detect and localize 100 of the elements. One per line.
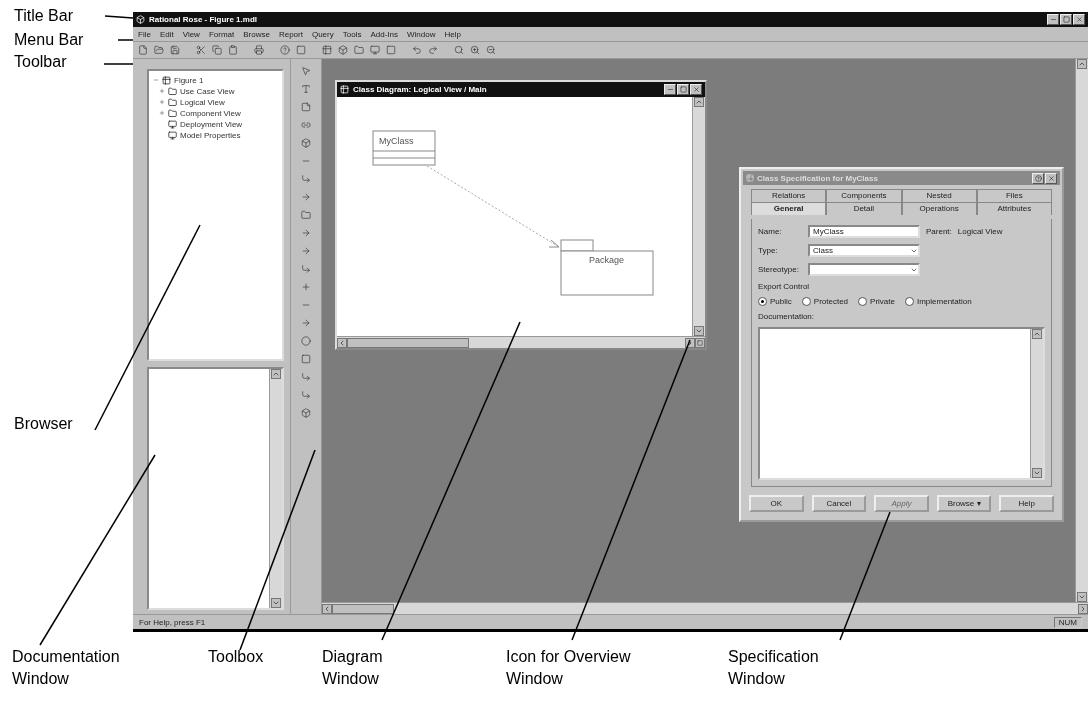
radio-button[interactable]: Implementation <box>904 297 972 306</box>
tree-item[interactable]: Model Properties <box>180 130 241 140</box>
menu-item[interactable]: Report <box>278 29 303 39</box>
plus-icon[interactable] <box>300 281 312 293</box>
vertical-scrollbar[interactable] <box>1075 59 1088 602</box>
tab[interactable]: Detail <box>826 202 902 215</box>
arrow-icon[interactable] <box>300 245 312 257</box>
monitor-icon[interactable] <box>369 44 381 56</box>
tab[interactable]: Operations <box>901 202 977 215</box>
scroll-up-button[interactable] <box>1032 329 1042 339</box>
zoom-in-icon[interactable] <box>469 44 481 56</box>
type-dropdown[interactable]: Class <box>808 244 920 257</box>
scrollbar-thumb[interactable] <box>332 603 394 614</box>
tree-item[interactable]: Deployment View <box>180 119 243 129</box>
tree-item[interactable]: Figure 1 <box>174 75 204 85</box>
minimize-button[interactable] <box>664 84 676 95</box>
menu-item[interactable]: Query <box>311 29 334 39</box>
folder-icon[interactable] <box>353 44 365 56</box>
minimize-button[interactable] <box>1047 14 1059 25</box>
new-file-icon[interactable] <box>137 44 149 56</box>
dialog-button[interactable]: Help <box>999 495 1054 512</box>
maximize-button[interactable] <box>677 84 689 95</box>
text-icon[interactable] <box>300 83 312 95</box>
menu-item[interactable]: File <box>138 29 151 39</box>
menu-item[interactable]: View <box>182 29 200 39</box>
menu-item[interactable]: Browse <box>243 29 270 39</box>
scroll-left-button[interactable] <box>337 337 347 348</box>
copy-icon[interactable] <box>211 44 223 56</box>
stereotype-dropdown[interactable] <box>808 263 920 276</box>
horizontal-scrollbar[interactable] <box>322 602 1088 614</box>
scroll-up-button[interactable] <box>271 369 281 379</box>
menu-item[interactable]: Edit <box>159 29 174 39</box>
square-icon[interactable] <box>385 44 397 56</box>
menu-item[interactable]: Window <box>407 29 436 39</box>
tab[interactable]: Attributes <box>976 202 1052 215</box>
dialog-button[interactable]: OK <box>749 495 804 512</box>
menu-item[interactable]: Help <box>444 29 461 39</box>
radio-button[interactable]: Protected <box>801 297 849 306</box>
tab[interactable]: Relations <box>751 189 827 202</box>
help-button[interactable] <box>1032 172 1044 184</box>
undo-icon[interactable] <box>411 44 423 56</box>
corner-arrow-icon[interactable] <box>300 371 312 383</box>
dialog-button[interactable]: Cancel <box>811 495 867 512</box>
open-folder-icon[interactable] <box>153 44 165 56</box>
scroll-down-button[interactable] <box>1032 468 1042 478</box>
redo-icon[interactable] <box>427 44 439 56</box>
scroll-down-button[interactable] <box>694 326 704 336</box>
menu-item[interactable]: Tools <box>342 29 362 39</box>
pointer-icon[interactable] <box>300 65 312 77</box>
name-field[interactable]: MyClass <box>808 225 920 238</box>
scrollbar-thumb[interactable] <box>347 337 469 348</box>
folder-icon[interactable] <box>300 209 312 221</box>
window-icon[interactable] <box>295 44 307 56</box>
radio-button[interactable]: Private <box>858 297 895 306</box>
scroll-up-button[interactable] <box>1077 59 1087 69</box>
menu-item[interactable]: Format <box>208 29 235 39</box>
tree-item[interactable]: Logical View <box>180 97 225 107</box>
vertical-scrollbar[interactable] <box>692 97 705 336</box>
close-button[interactable] <box>690 84 702 95</box>
square-icon[interactable] <box>300 353 312 365</box>
save-icon[interactable] <box>169 44 181 56</box>
documentation-field[interactable] <box>758 327 1045 480</box>
tree-item[interactable]: Component View <box>180 108 241 118</box>
scroll-down-button[interactable] <box>271 598 281 608</box>
corner-arrow-icon[interactable] <box>300 263 312 275</box>
circle-icon[interactable] <box>300 335 312 347</box>
box-icon[interactable] <box>300 407 312 419</box>
tree-item[interactable]: Use Case View <box>180 86 235 96</box>
help-icon[interactable] <box>279 44 291 56</box>
radio-button[interactable]: Public <box>758 297 792 306</box>
tab[interactable]: Nested <box>901 189 977 202</box>
box-icon[interactable] <box>300 137 312 149</box>
scroll-down-button[interactable] <box>1077 592 1087 602</box>
vertical-scrollbar[interactable] <box>1030 329 1043 478</box>
dialog-button[interactable]: Browse ▾ <box>936 495 992 512</box>
scroll-left-button[interactable] <box>322 603 332 614</box>
vertical-scrollbar[interactable] <box>269 369 282 608</box>
scroll-up-button[interactable] <box>694 97 704 107</box>
expand-icon[interactable] <box>159 110 165 116</box>
search-icon[interactable] <box>453 44 465 56</box>
expand-icon[interactable] <box>159 88 165 94</box>
expand-icon[interactable] <box>159 99 165 105</box>
arrow-icon[interactable] <box>300 317 312 329</box>
box-icon[interactable] <box>337 44 349 56</box>
anchor-icon[interactable] <box>300 119 312 131</box>
scroll-right-button[interactable] <box>685 337 695 348</box>
arrow-icon[interactable] <box>300 191 312 203</box>
table-icon[interactable] <box>321 44 333 56</box>
close-button[interactable] <box>1045 172 1057 184</box>
tab[interactable]: Components <box>826 189 902 202</box>
menu-item[interactable]: Add-Ins <box>370 29 398 39</box>
paste-icon[interactable] <box>227 44 239 56</box>
cut-icon[interactable] <box>195 44 207 56</box>
corner-arrow-icon[interactable] <box>300 389 312 401</box>
print-icon[interactable] <box>253 44 265 56</box>
tab[interactable]: General <box>751 202 827 215</box>
class-shape[interactable]: MyClass <box>372 130 436 166</box>
zoom-out-icon[interactable] <box>485 44 497 56</box>
tab[interactable]: Files <box>976 189 1052 202</box>
arrow-icon[interactable] <box>300 227 312 239</box>
